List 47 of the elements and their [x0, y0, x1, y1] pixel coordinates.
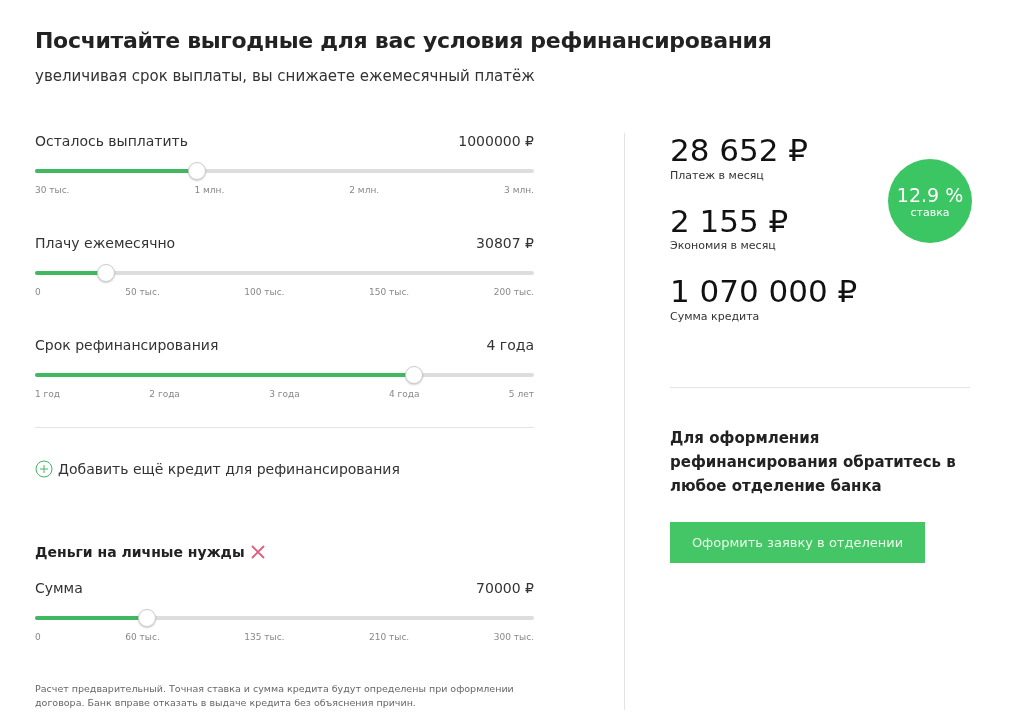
result-caption: Платеж в месяц	[670, 168, 765, 182]
slider-value: 30807 ₽	[476, 235, 534, 251]
tick-label: 5 лет	[508, 389, 534, 399]
slider-label: Сумма	[35, 580, 83, 596]
tick-label: 2 млн.	[349, 185, 380, 195]
slider-value: 70000 ₽	[476, 580, 534, 596]
tick-label: 0	[35, 632, 41, 642]
result-amount: 28 652 ₽	[670, 133, 810, 169]
result-caption: Экономия в месяц	[670, 239, 777, 253]
close-icon[interactable]	[250, 545, 265, 559]
tick-label: 210 тыс.	[369, 632, 410, 642]
result-caption: Сумма кредита	[670, 309, 761, 323]
add-credit-link[interactable]: Добавить ещё кредит для рефинансирования	[58, 461, 400, 477]
slider-value: 1000000 ₽	[458, 133, 534, 149]
result-amount: 1 070 000 ₽	[670, 274, 858, 310]
rate-value: 12.9 %	[896, 183, 964, 206]
result-amount: 2 155 ₽	[670, 203, 790, 240]
tick-label: 100 тыс.	[244, 287, 285, 297]
tick-label: 3 года	[269, 389, 300, 399]
tick-label: 30 тыс.	[35, 185, 70, 195]
slider-label: Плачу ежемесячно	[35, 235, 176, 251]
tick-label: 200 тыс.	[493, 287, 534, 297]
slider-thumb[interactable]	[404, 366, 423, 384]
page-title: Посчитайте выгодные для вас условия рефинансирования	[35, 28, 773, 53]
slider-label: Срок рефинансирования	[35, 337, 219, 353]
disclaimer: Расчет предварительный. Точная ставка и сумма кредита будут определены при оформлении договора. Банк вправе отказать в выдаче кредита без объяснения причин.	[35, 682, 515, 710]
tick-label: 60 тыс.	[125, 632, 160, 642]
slider-value: 4 года	[486, 337, 534, 353]
add-icon[interactable]	[35, 460, 53, 478]
info-text: Для оформления рефинансирования обратитесь в любое отделение банка	[670, 427, 957, 497]
tick-label: 50 тыс.	[125, 287, 160, 297]
rate-caption: ставка	[910, 205, 950, 219]
tick-label: 150 тыс.	[369, 287, 410, 297]
slider-thumb[interactable]	[137, 609, 156, 627]
tick-label: 1 год	[35, 389, 61, 399]
tick-label: 0	[35, 287, 41, 297]
slider-thumb[interactable]	[96, 264, 115, 282]
section-title: Деньги на личные нужды	[35, 544, 245, 560]
tick-label: 135 тыс.	[244, 632, 285, 642]
slider-label: Осталось выплатить	[35, 133, 188, 149]
tick-label: 1 млн.	[194, 185, 225, 195]
subtitle: увеличивая срок выплаты, вы снижаете ежемесячный платёж	[35, 67, 536, 85]
tick-label: 2 года	[149, 389, 180, 399]
tick-label: 3 млн.	[504, 185, 534, 195]
tick-label: 300 тыс.	[493, 632, 534, 642]
tick-label: 4 года	[389, 389, 420, 399]
slider-thumb[interactable]	[187, 162, 206, 180]
